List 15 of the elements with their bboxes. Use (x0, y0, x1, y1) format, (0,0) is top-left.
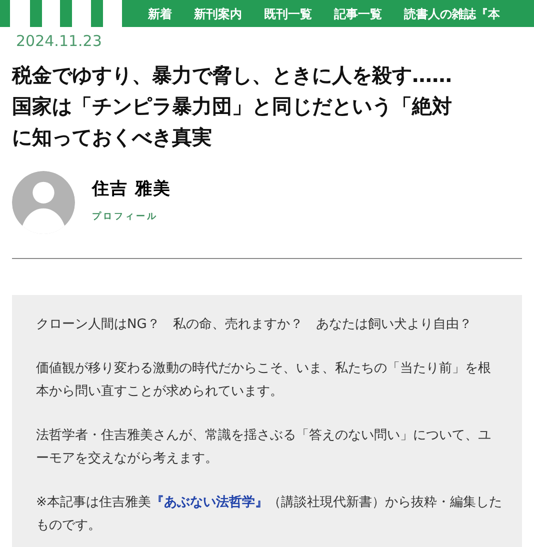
nav-link[interactable]: 既刊一覧 (264, 4, 312, 22)
author-name: 住吉 雅美 (92, 178, 171, 201)
profile-link[interactable]: プロフィール (92, 211, 158, 224)
article-title: 税金でゆすり、暴力で脅し、ときに人を殺す…… 国家は「チンピラ暴力団」と同じだという「絶対 に知っておくべき真実 (12, 62, 453, 151)
nav-link[interactable]: 新刊案内 (194, 4, 242, 22)
nav-link[interactable]: 新着 (148, 4, 172, 22)
book-link[interactable]: 『あぶない法哲学』 (150, 495, 268, 510)
source-note: ※本記事は住吉雅美『あぶない法哲学』（講談社現代新書）から抜粋・編集したものです。 (36, 494, 502, 535)
nav-link[interactable]: 読書人の雑誌『本 (404, 4, 500, 22)
lead-paragraph: 価値観が移り変わる激動の時代だからこそ、いま、私たちの「当たり前」を根本から問い直すことが求められています。 (36, 360, 492, 401)
publish-date: 2024.11.23 (16, 31, 103, 51)
nav-link[interactable]: 記事一覧 (334, 4, 382, 22)
lead-paragraph: 法哲学者・住吉雅美さんが、常識を揺さぶる「答えのない問い」について、ユーモアを交えながら考えます。 (36, 427, 492, 468)
avatar-icon (12, 171, 75, 234)
lead-paragraph: クローン人間はNG？ 私の命、売れますか？ あなたは飼い犬より自由？ (36, 316, 473, 334)
